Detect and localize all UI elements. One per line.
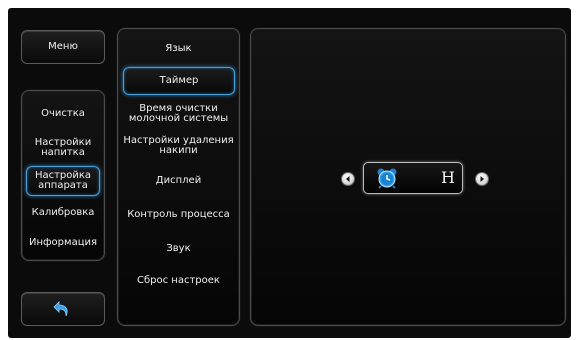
menu-item-calibration[interactable]: Калибровка (22, 201, 104, 225)
menu-item-drink-settings[interactable]: Настройки напитка (22, 133, 104, 163)
sub-item-display[interactable]: Дисплей (118, 169, 239, 193)
back-arrow-icon (53, 301, 68, 317)
alarm-clock-icon (377, 168, 397, 189)
menu-item-information[interactable]: Информация (22, 231, 104, 255)
main-menu-panel: Очистка Настройки напитка Настройка аппа… (21, 90, 105, 261)
chevron-right-icon (480, 176, 484, 182)
menu-button[interactable]: Меню (21, 30, 105, 64)
menu-item-label: Настройка аппарата (34, 170, 92, 191)
sub-item-reset-settings[interactable]: Сброс настроек (118, 269, 239, 293)
menu-item-machine-settings[interactable]: Настройка аппарата (26, 166, 100, 196)
sub-item-milk-clean-time[interactable]: Время очистки молочной системы (118, 101, 239, 127)
sub-item-language[interactable]: Язык (118, 37, 239, 61)
chevron-left-icon (346, 176, 350, 182)
sub-item-label: Дисплей (155, 175, 202, 186)
sub-menu-panel: Язык Таймер Время очистки молочной систе… (117, 28, 240, 326)
content-panel: H (250, 28, 566, 326)
sub-item-process-control[interactable]: Контроль процесса (118, 203, 239, 227)
menu-button-label: Меню (48, 41, 78, 52)
menu-item-cleaning[interactable]: Очистка (22, 99, 104, 129)
menu-item-label: Настройки напитка (34, 137, 92, 158)
prev-button[interactable] (341, 172, 355, 186)
timer-display: H (363, 162, 463, 194)
sub-item-label: Язык (165, 43, 192, 54)
device-screen: Меню Очистка Настройки напитка Настройка… (8, 8, 571, 338)
menu-item-label: Калибровка (31, 207, 95, 218)
sub-item-label: Таймер (159, 75, 199, 86)
next-button[interactable] (475, 172, 489, 186)
menu-item-label: Информация (28, 237, 98, 248)
timer-value: H (441, 168, 455, 187)
sub-item-sound[interactable]: Звук (118, 237, 239, 261)
sub-item-label: Контроль процесса (127, 209, 230, 220)
sub-item-label: Настройки удаления накипи (123, 135, 234, 156)
menu-item-label: Очистка (41, 108, 85, 119)
sub-item-label: Время очистки молочной системы (128, 103, 229, 124)
back-button[interactable] (21, 292, 105, 326)
sub-item-descale-settings[interactable]: Настройки удаления накипи (118, 133, 239, 159)
sub-item-timer[interactable]: Таймер (123, 67, 235, 95)
sub-item-label: Звук (166, 243, 191, 254)
sub-item-label: Сброс настроек (137, 275, 220, 286)
